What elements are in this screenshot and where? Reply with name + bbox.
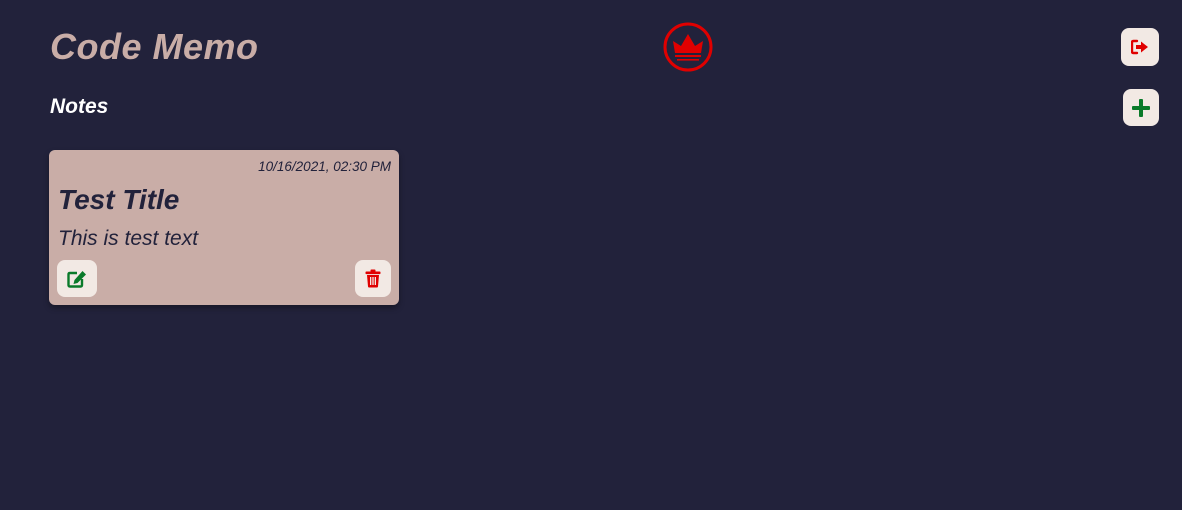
note-date: 10/16/2021, 02:30 PM xyxy=(258,159,391,174)
note-title: Test Title xyxy=(58,184,180,215)
sign-out-icon xyxy=(1131,39,1149,55)
note-text: This is test text xyxy=(58,227,199,250)
note-card: 10/16/2021, 02:30 PM Test Title This is … xyxy=(49,150,399,305)
app-title: Code Memo xyxy=(50,26,259,67)
section-title-notes: Notes xyxy=(50,95,109,118)
logout-button[interactable] xyxy=(1121,28,1159,66)
crown-logo-icon[interactable] xyxy=(663,22,713,72)
edit-note-button[interactable] xyxy=(57,260,97,297)
delete-note-button[interactable] xyxy=(355,260,391,297)
trash-icon xyxy=(365,269,381,288)
edit-icon xyxy=(67,270,87,288)
plus-icon xyxy=(1132,98,1150,117)
add-note-button[interactable] xyxy=(1123,89,1159,126)
